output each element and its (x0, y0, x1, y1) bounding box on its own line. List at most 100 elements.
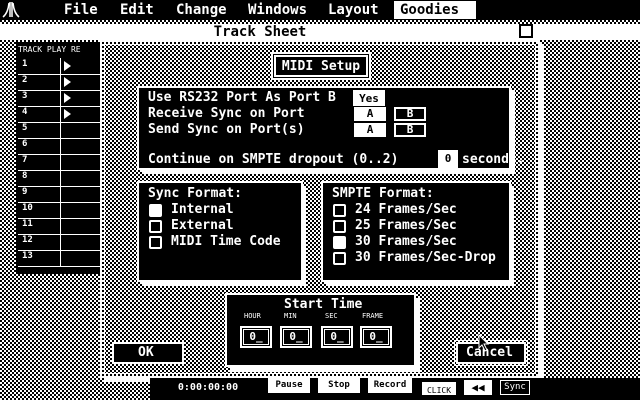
play-icon[interactable] (64, 77, 71, 87)
track-number: 13 (22, 251, 33, 261)
track-cell-divider (60, 170, 61, 186)
start-time-value: 0_ (249, 330, 263, 343)
smpte-format-radio[interactable] (333, 220, 346, 233)
ok-button-label: OK (138, 345, 154, 360)
menu-layout[interactable]: Layout (324, 1, 383, 19)
sync-format-radio[interactable] (149, 220, 162, 233)
menu-windows[interactable]: Windows (244, 1, 311, 19)
track-row[interactable]: 5 (18, 122, 100, 139)
rs232-yes-toggle[interactable]: Yes (353, 90, 385, 106)
track-number: 10 (22, 203, 33, 213)
track-cell-divider (60, 122, 61, 138)
menubar: File Edit Change Windows Layout Goodies (0, 0, 640, 20)
track-number: 1 (22, 59, 28, 69)
track-cell-divider (60, 250, 61, 266)
sync-format-title: Sync Format: (148, 186, 242, 201)
track-row[interactable]: 10 (18, 202, 100, 219)
sync-format-radio[interactable] (149, 236, 162, 249)
smpte-dropout-label: Continue on SMPTE dropout (0..2) (148, 152, 399, 167)
start-time-value: 0_ (289, 330, 303, 343)
track-row[interactable]: 2 (18, 74, 100, 91)
menu-file[interactable]: File (60, 1, 102, 19)
send-port-a-button[interactable]: A (354, 123, 386, 137)
menu-goodies[interactable]: Goodies (394, 1, 476, 19)
smpte-format-title: SMPTE Format: (332, 186, 434, 201)
smpte-format-option-label: 24 Frames/Sec (355, 202, 457, 217)
sync-format-radio[interactable] (149, 204, 162, 217)
pause-button[interactable]: Pause (268, 378, 310, 393)
track-number: 4 (22, 107, 28, 117)
dialog-title: MIDI Setup (273, 54, 369, 78)
atari-logo-icon[interactable] (2, 1, 20, 19)
track-number: 6 (22, 139, 28, 149)
smpte-format-radio[interactable] (333, 204, 346, 217)
send-sync-label: Send Sync on Port(s) (148, 122, 305, 137)
mouse-pointer-icon (478, 334, 490, 352)
track-number: 8 (22, 171, 28, 181)
menu-change[interactable]: Change (172, 1, 231, 19)
track-row[interactable]: 7 (18, 154, 100, 171)
track-row[interactable]: 12 (18, 234, 100, 251)
track-sheet-title-bar[interactable] (0, 24, 640, 40)
start-time-hour-input[interactable]: 0_ (240, 326, 272, 348)
track-row[interactable]: 8 (18, 170, 100, 187)
start-time-sec-label: SEC (325, 312, 338, 320)
smpte-format-option-label: 25 Frames/Sec (355, 218, 457, 233)
start-time-min-label: MIN (284, 312, 297, 320)
track-cell-divider (60, 58, 61, 74)
receive-sync-label: Receive Sync on Port (148, 106, 305, 121)
track-cell-divider (60, 74, 61, 90)
track-row[interactable]: 1 (18, 58, 100, 75)
track-cell-divider (60, 218, 61, 234)
track-number: 3 (22, 91, 28, 101)
start-time-min-input[interactable]: 0_ (280, 326, 312, 348)
track-number: 9 (22, 187, 28, 197)
track-number: 5 (22, 123, 28, 133)
play-icon[interactable] (64, 61, 71, 71)
sync-format-option-label: External (171, 218, 234, 233)
sync-button[interactable]: Sync (500, 380, 530, 395)
smpte-format-radio[interactable] (333, 236, 346, 249)
smpte-format-option-label: 30 Frames/Sec-Drop (355, 250, 496, 265)
stop-button[interactable]: Stop (318, 378, 360, 393)
click-button[interactable]: CLICK (422, 382, 456, 395)
play-icon[interactable] (64, 109, 71, 119)
track-row[interactable]: 6 (18, 138, 100, 155)
track-row[interactable]: 4 (18, 106, 100, 123)
start-time-value: 0_ (369, 330, 383, 343)
start-time-sec-input[interactable]: 0_ (321, 326, 353, 348)
smpte-dropout-unit: seconds. (462, 152, 525, 167)
track-table-header: TRACK PLAY RE (18, 45, 81, 54)
smpte-dropout-input[interactable]: 0 (438, 150, 458, 168)
smpte-format-option-label: 30 Frames/Sec (355, 234, 457, 249)
track-row[interactable]: 3 (18, 90, 100, 107)
rs232-label: Use RS232 Port As Port B (148, 90, 336, 105)
track-number: 11 (22, 219, 33, 229)
receive-port-b-button[interactable]: B (394, 107, 426, 121)
close-box-icon[interactable] (519, 24, 533, 38)
start-time-frame-input[interactable]: 0_ (360, 326, 392, 348)
start-time-frame-label: FRAME (362, 312, 384, 320)
track-number: 2 (22, 75, 28, 85)
start-time-value: 0_ (330, 330, 344, 343)
track-cell-divider (60, 186, 61, 202)
track-number: 7 (22, 155, 28, 165)
play-icon[interactable] (64, 93, 71, 103)
rewind-button[interactable]: ◀◀ (464, 380, 492, 395)
track-row[interactable]: 9 (18, 186, 100, 203)
track-sheet-title: Track Sheet (213, 24, 307, 40)
time-counter: 0:00:00:00 (177, 382, 239, 393)
track-cell-divider (60, 138, 61, 154)
smpte-format-radio[interactable] (333, 252, 346, 265)
track-cell-divider (60, 154, 61, 170)
track-number: 12 (22, 235, 33, 245)
receive-port-a-button[interactable]: A (354, 107, 386, 121)
send-port-b-button[interactable]: B (394, 123, 426, 137)
sync-format-option-label: MIDI Time Code (171, 234, 281, 249)
track-row[interactable]: 11 (18, 218, 100, 235)
track-cell-divider (60, 90, 61, 106)
record-button[interactable]: Record (368, 378, 412, 393)
menu-edit[interactable]: Edit (116, 1, 158, 19)
track-cell-divider (60, 202, 61, 218)
track-row[interactable]: 13 (18, 250, 100, 267)
